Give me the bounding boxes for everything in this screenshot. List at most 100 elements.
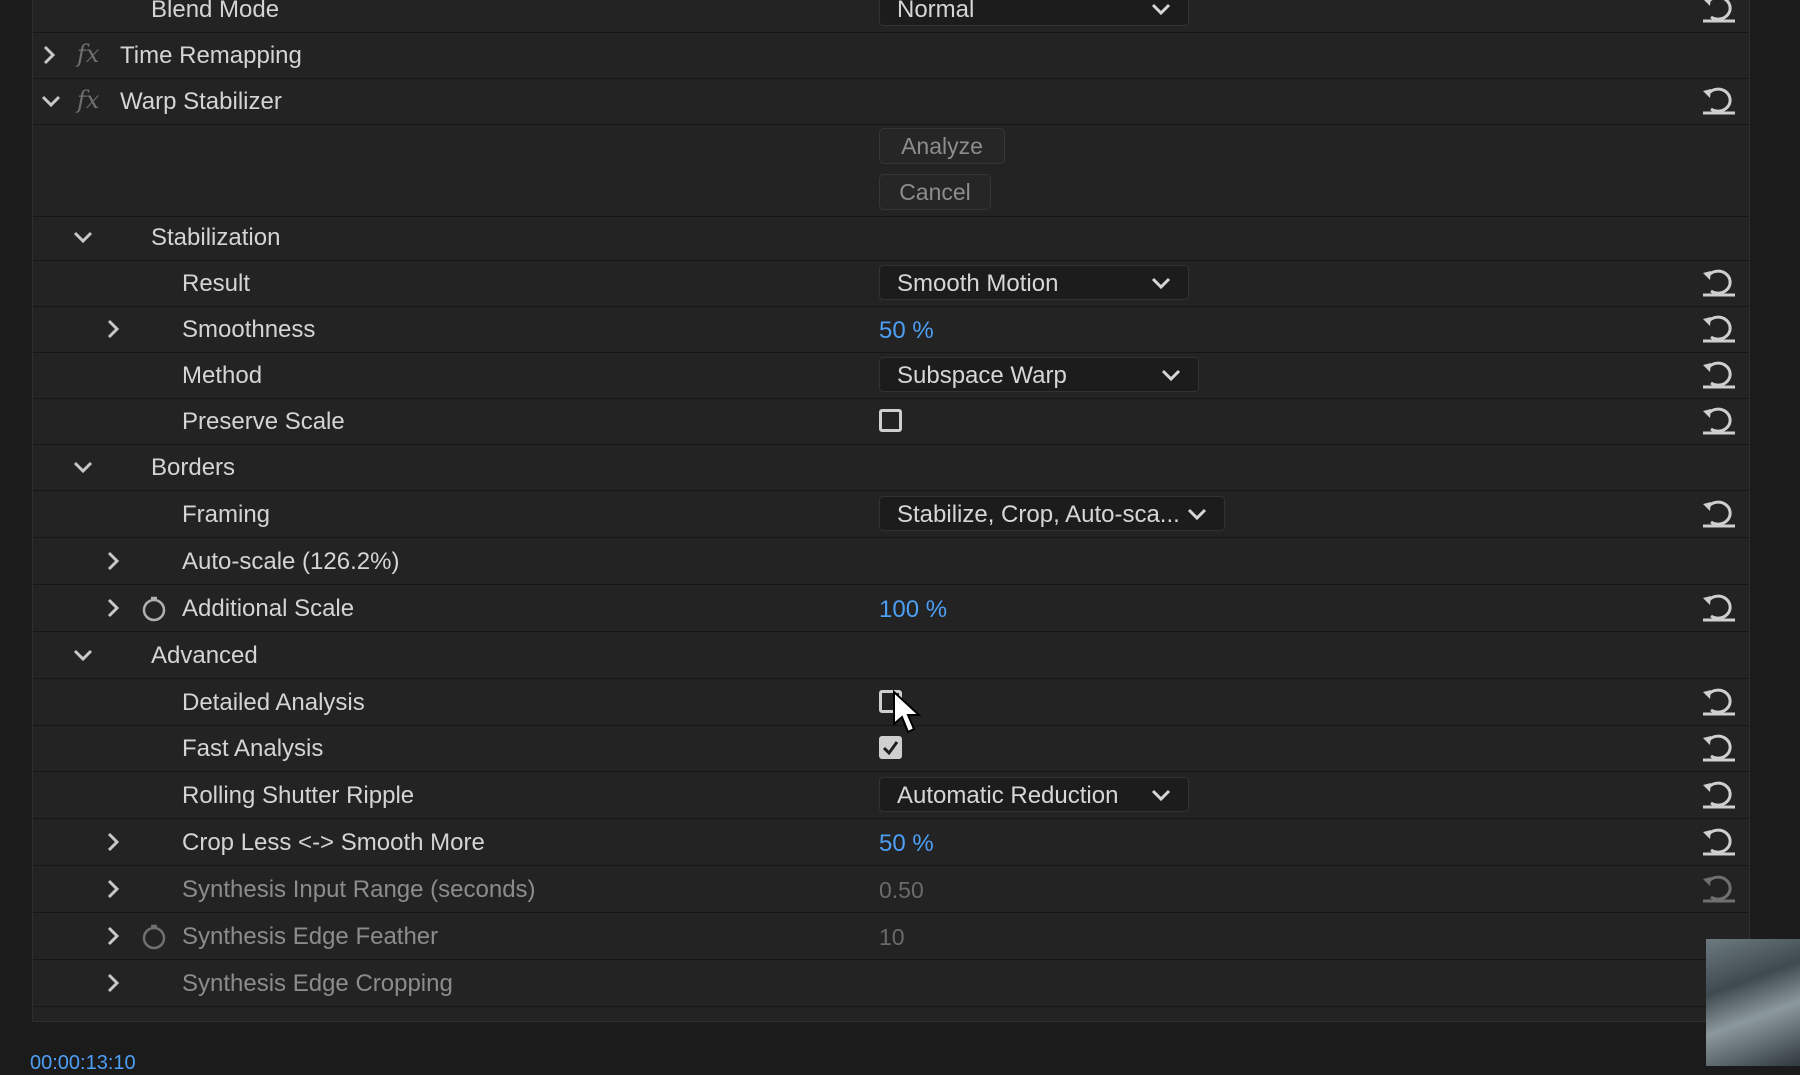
stopwatch-icon[interactable] xyxy=(141,596,167,622)
row-advanced[interactable]: Advanced xyxy=(33,632,1749,679)
row-blend-mode: Blend Mode Normal xyxy=(33,0,1749,33)
method-value: Subspace Warp xyxy=(897,362,1067,389)
additional-scale-label: Additional Scale xyxy=(182,595,355,622)
fast-analysis-label: Fast Analysis xyxy=(182,735,324,762)
row-time-remapping[interactable]: fx Time Remapping xyxy=(33,32,1749,79)
chevron-right-icon[interactable] xyxy=(39,45,59,65)
dropdown-arrow-icon xyxy=(1151,277,1171,290)
row-detailed-analysis: Detailed Analysis xyxy=(33,679,1749,726)
row-rolling-shutter-ripple: Rolling Shutter Ripple Automatic Reducti… xyxy=(33,772,1749,819)
row-additional-scale: Additional Scale 100 % xyxy=(33,585,1749,632)
chevron-down-icon[interactable] xyxy=(73,227,93,247)
rolling-shutter-label: Rolling Shutter Ripple xyxy=(182,782,415,809)
framing-dropdown[interactable]: Stabilize, Crop, Auto-sca... xyxy=(879,496,1225,531)
synthesis-input-label: Synthesis Input Range (seconds) xyxy=(182,876,536,903)
reset-icon[interactable] xyxy=(1701,781,1737,809)
auto-scale-label: Auto-scale (126.2%) xyxy=(182,548,400,575)
chevron-right-icon[interactable] xyxy=(103,551,123,571)
warp-stabilizer-label: Warp Stabilizer xyxy=(120,88,282,115)
reset-icon[interactable] xyxy=(1701,734,1737,762)
stopwatch-icon xyxy=(142,924,166,950)
synthesis-cropping-label: Synthesis Edge Cropping xyxy=(182,970,453,997)
preserve-scale-checkbox[interactable] xyxy=(879,409,902,432)
reset-icon[interactable] xyxy=(1701,269,1737,297)
blend-mode-dropdown[interactable]: Normal xyxy=(879,0,1189,26)
rolling-shutter-value: Automatic Reduction xyxy=(897,782,1119,809)
advanced-label: Advanced xyxy=(151,642,258,669)
row-method: Method Subspace Warp xyxy=(33,352,1749,399)
row-synthesis-edge-cropping: Synthesis Edge Cropping xyxy=(33,960,1749,1007)
reset-icon[interactable] xyxy=(1701,828,1737,856)
video-thumbnail xyxy=(1706,939,1800,1066)
fx-icon: fx xyxy=(77,86,100,114)
reset-icon[interactable] xyxy=(1701,0,1737,23)
mouse-cursor-icon xyxy=(893,690,922,734)
reset-icon[interactable] xyxy=(1701,315,1737,343)
borders-label: Borders xyxy=(151,454,236,481)
row-synthesis-input-range: Synthesis Input Range (seconds) 0.50 xyxy=(33,866,1749,913)
timecode[interactable]: 00:00:13:10 xyxy=(30,1052,136,1075)
rolling-shutter-dropdown[interactable]: Automatic Reduction xyxy=(879,777,1189,812)
crop-less-label: Crop Less <-> Smooth More xyxy=(182,829,485,856)
blend-mode-label: Blend Mode xyxy=(151,0,280,23)
dropdown-arrow-icon xyxy=(1187,508,1207,521)
synthesis-feather-value: 10 xyxy=(879,924,905,950)
checkmark-icon xyxy=(882,741,899,756)
preserve-scale-label: Preserve Scale xyxy=(182,408,345,435)
synthesis-feather-label: Synthesis Edge Feather xyxy=(182,923,439,950)
row-fast-analysis: Fast Analysis xyxy=(33,725,1749,772)
row-analyze: Analyze xyxy=(33,124,1749,170)
chevron-right-icon[interactable] xyxy=(103,973,123,993)
row-preserve-scale: Preserve Scale xyxy=(33,398,1749,445)
dropdown-arrow-icon xyxy=(1161,369,1181,382)
chevron-right-icon[interactable] xyxy=(103,879,123,899)
row-smoothness: Smoothness 50 % xyxy=(33,306,1749,353)
row-synthesis-edge-feather: Synthesis Edge Feather 10 xyxy=(33,913,1749,960)
blend-mode-value: Normal xyxy=(897,0,975,23)
reset-icon[interactable] xyxy=(1701,361,1737,389)
row-stabilization[interactable]: Stabilization xyxy=(33,214,1749,261)
result-label: Result xyxy=(182,270,251,297)
reset-icon xyxy=(1703,875,1735,903)
row-auto-scale: Auto-scale (126.2%) xyxy=(33,538,1749,585)
chevron-down-icon[interactable] xyxy=(73,645,93,665)
additional-scale-value[interactable]: 100 % xyxy=(879,596,947,624)
time-remapping-label: Time Remapping xyxy=(120,42,302,69)
chevron-right-icon[interactable] xyxy=(103,319,123,339)
row-borders[interactable]: Borders xyxy=(33,444,1749,491)
smoothness-value[interactable]: 50 % xyxy=(879,317,934,345)
crop-less-value[interactable]: 50 % xyxy=(879,830,934,858)
method-label: Method xyxy=(182,362,263,389)
result-dropdown[interactable]: Smooth Motion xyxy=(879,265,1189,300)
chevron-down-icon[interactable] xyxy=(41,91,61,111)
reset-icon[interactable] xyxy=(1701,407,1737,435)
row-framing: Framing Stabilize, Crop, Auto-sca... xyxy=(33,491,1749,538)
stabilization-label: Stabilization xyxy=(151,224,281,251)
chevron-right-icon[interactable] xyxy=(103,832,123,852)
smoothness-label: Smoothness xyxy=(182,316,316,343)
row-crop-less-smooth-more: Crop Less <-> Smooth More 50 % xyxy=(33,819,1749,866)
method-dropdown[interactable]: Subspace Warp xyxy=(879,357,1199,392)
fx-icon: fx xyxy=(77,40,100,68)
synthesis-input-value: 0.50 xyxy=(879,877,924,903)
row-warp-stabilizer[interactable]: fx Warp Stabilizer xyxy=(33,78,1749,125)
analyze-button[interactable]: Analyze xyxy=(879,128,1005,164)
chevron-right-icon[interactable] xyxy=(103,598,123,618)
effect-controls-panel: Blend Mode Normal fx Time Remapping fx W… xyxy=(32,0,1750,1022)
fast-analysis-checkbox[interactable] xyxy=(879,736,902,759)
reset-icon[interactable] xyxy=(1701,500,1737,528)
result-value: Smooth Motion xyxy=(897,270,1059,297)
reset-icon[interactable] xyxy=(1701,594,1737,622)
reset-icon[interactable] xyxy=(1701,87,1737,115)
chevron-right-icon[interactable] xyxy=(103,926,123,946)
reset-icon[interactable] xyxy=(1701,688,1737,716)
chevron-down-icon[interactable] xyxy=(73,457,93,477)
framing-value: Stabilize, Crop, Auto-sca... xyxy=(897,501,1180,528)
detailed-analysis-label: Detailed Analysis xyxy=(182,689,365,716)
dropdown-arrow-icon xyxy=(1151,3,1171,16)
row-cancel: Cancel xyxy=(33,170,1749,217)
framing-label: Framing xyxy=(182,501,271,528)
cancel-button[interactable]: Cancel xyxy=(879,174,991,210)
row-result: Result Smooth Motion xyxy=(33,260,1749,307)
dropdown-arrow-icon xyxy=(1151,789,1171,802)
